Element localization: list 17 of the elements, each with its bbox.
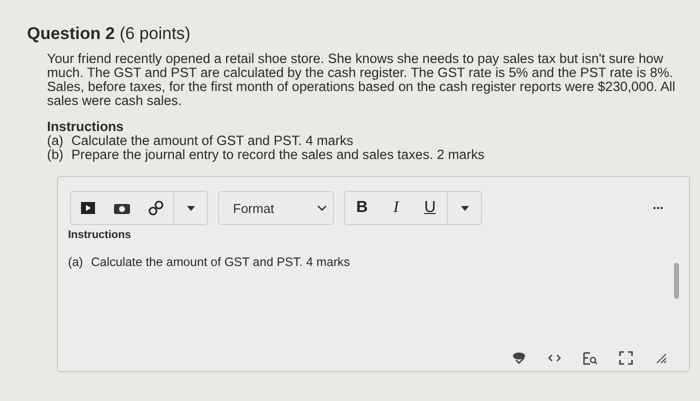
- instruction-text: Calculate the amount of GST and PST. 4 marks: [71, 134, 354, 148]
- italic-button[interactable]: I: [379, 192, 413, 224]
- editor-text: Calculate the amount of GST and PST. 4 marks: [91, 254, 350, 272]
- format-dropdown[interactable]: Format: [219, 192, 333, 224]
- item-marker: (b): [47, 148, 64, 162]
- question-title: Question 2: [27, 24, 115, 43]
- bold-button[interactable]: B: [345, 192, 379, 224]
- underline-button[interactable]: U: [413, 192, 447, 224]
- question-points: (6 points): [120, 24, 190, 43]
- editor-heading: Instructions: [68, 229, 132, 242]
- item-marker: (a): [68, 254, 84, 272]
- answer-editor[interactable]: Format B I U ... Instructions (a) Calculate the amount of GST and PST. 4 marks: [57, 176, 690, 372]
- question-text: Your friend recently opened a retail shoe store. She knows she needs to pay sales tax but isn't sure how much. The GST and PST are calculated by the cash register. The GST rate is 5% and the PST rate is 8%. Sales, before taxes, for the first month of operations based on the cash register reports were $230,000. All sales were cash sales.: [47, 52, 676, 108]
- instructions-heading: Instructions: [47, 120, 125, 134]
- more-button[interactable]: ...: [641, 188, 675, 220]
- instruction-text: Prepare the journal entry to record the sales and sales taxes. 2 marks: [71, 148, 484, 162]
- item-marker: (a): [47, 134, 64, 148]
